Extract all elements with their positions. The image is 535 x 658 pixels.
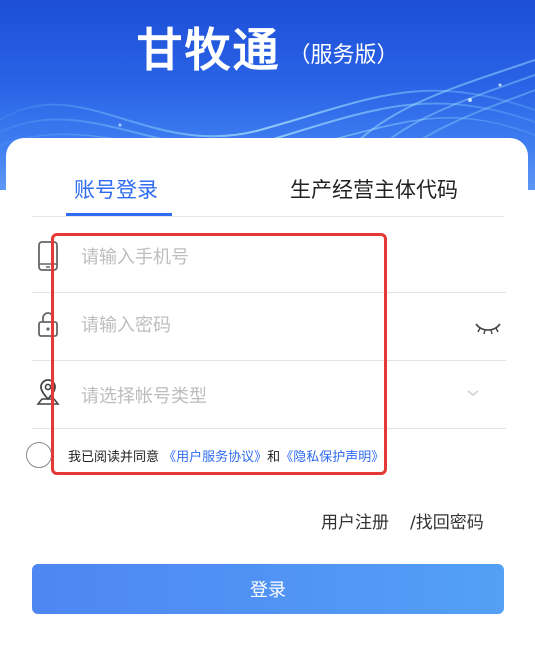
login-tabs: 账号登录 生产经营主体代码: [32, 160, 504, 217]
forgot-password-link[interactable]: /找回密码: [410, 508, 484, 533]
highlight-annotation-box: [51, 233, 387, 475]
app-title-subtitle: （服务版）: [288, 43, 399, 68]
active-tab-indicator: [66, 213, 172, 216]
tab-entity-code[interactable]: 生产经营主体代码: [290, 174, 458, 204]
chevron-down-icon[interactable]: [466, 388, 480, 398]
login-button[interactable]: 登录: [32, 564, 504, 614]
app-title-main: 甘牧通: [136, 23, 281, 77]
register-link[interactable]: 用户注册: [321, 508, 389, 533]
agree-radio[interactable]: [26, 442, 52, 468]
tab-account-login[interactable]: 账号登录: [74, 174, 158, 204]
eye-closed-icon[interactable]: [474, 318, 502, 336]
app-title: 甘牧通 （服务版）: [0, 14, 535, 80]
